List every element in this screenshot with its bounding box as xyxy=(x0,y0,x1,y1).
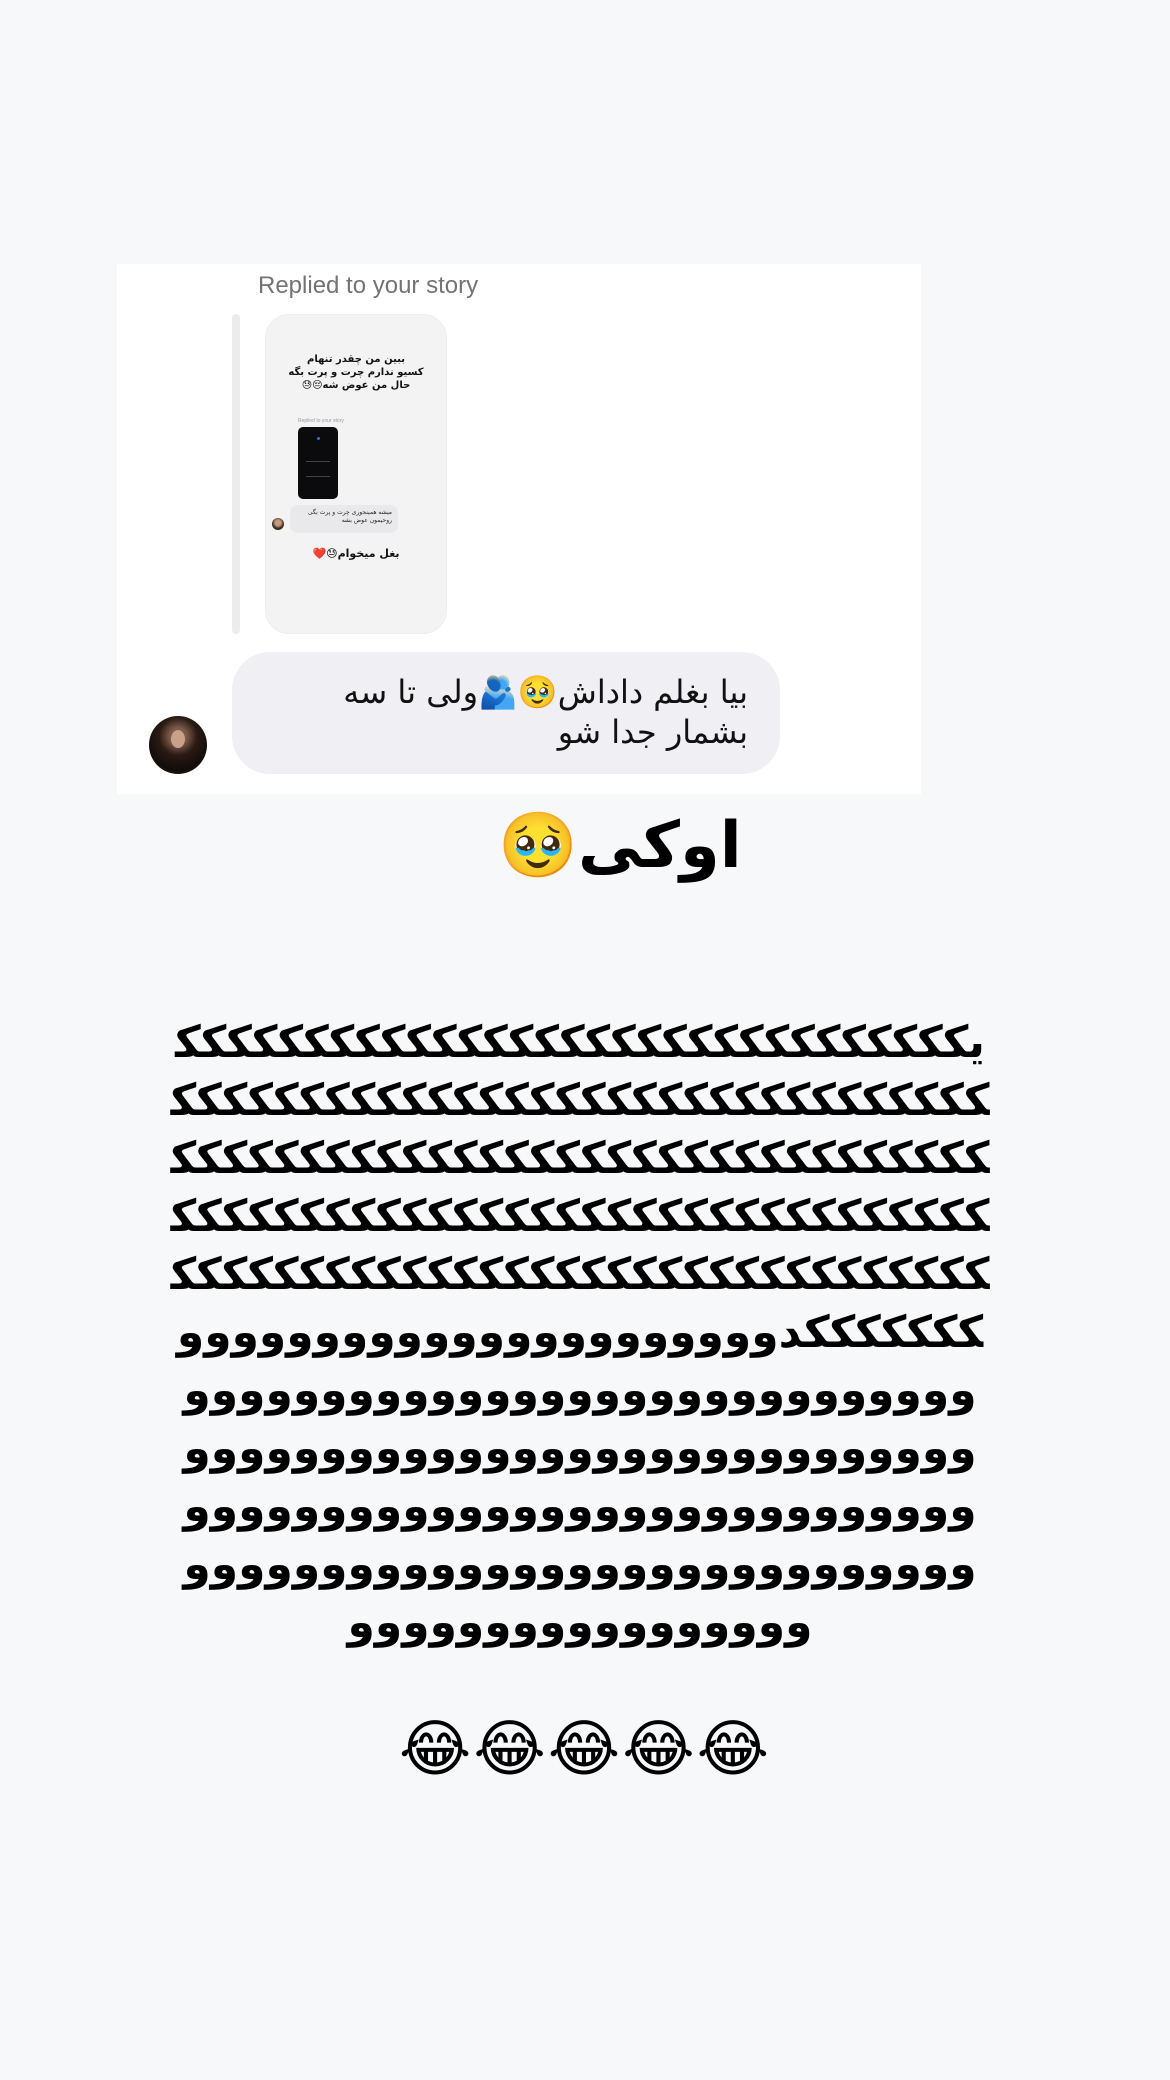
story-thumbnail[interactable]: ببین من چقدر تنهام کسیو ندارم چرت و پرت … xyxy=(265,314,447,634)
thumbnail-reply-bubble: میشه همینجوری چرت و پرت بگی روحیمون عوض … xyxy=(290,505,398,533)
reply-header: Replied to your story xyxy=(258,272,479,299)
reply-quote-bar xyxy=(232,314,240,634)
thumbnail-replied-label: Replied to your story xyxy=(298,418,344,424)
thumbnail-line: حال من عوض شه😔😓 xyxy=(301,380,411,391)
thumbnail-bottom-text: بغل میخوام😓❤️ xyxy=(312,547,400,560)
story-reply-card: Replied to your story ببین من چقدر تنهام… xyxy=(117,264,921,794)
thumbnail-phone-image xyxy=(298,427,338,499)
message-bubble[interactable]: بیا بغلم داداش🥹🫂ولی تا سه بشمار جدا شو xyxy=(232,652,780,774)
laughing-emoji-row: 😂😂😂😂😂 xyxy=(398,1712,772,1785)
caption-text: اوکی🥹 xyxy=(498,809,742,883)
thumbnail-phone-lines xyxy=(306,461,330,477)
thumbnail-top-text: ببین من چقدر تنهام کسیو ندارم چرت و پرت … xyxy=(266,353,446,392)
long-text: یککککککککککککککککککککککککککککککککککککککک… xyxy=(170,1017,990,1648)
avatar-face xyxy=(171,730,185,748)
user-avatar[interactable] xyxy=(149,716,207,774)
thumbnail-line: کسیو ندارم چرت و پرت بگه xyxy=(288,367,424,378)
thumbnail-phone-dot xyxy=(317,437,320,440)
thumbnail-avatar xyxy=(272,518,284,530)
thumbnail-line: ببین من چقدر تنهام xyxy=(306,354,405,365)
